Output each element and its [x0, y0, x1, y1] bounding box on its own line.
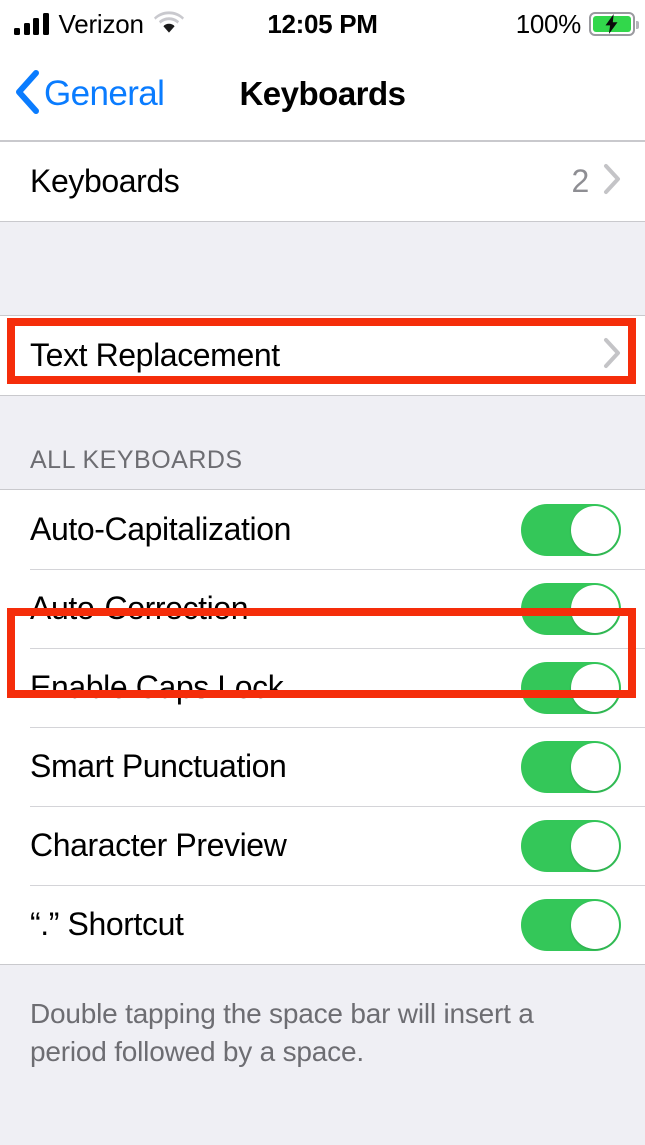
row-keyboards-value: 2	[571, 163, 590, 199]
status-bar-right: 100%	[515, 8, 639, 40]
row-auto-correction-label: Auto-Correction	[30, 590, 249, 626]
section-footer-line-1: Double tapping the space bar will insert…	[30, 998, 534, 1029]
battery-percent-label: 100%	[515, 8, 582, 39]
row-character-preview-label: Character Preview	[30, 827, 287, 863]
section-header-all-keyboards: ALL KEYBOARDS	[0, 396, 645, 489]
row-smart-punctuation[interactable]: Smart Punctuation	[0, 727, 645, 806]
row-smart-punctuation-label: Smart Punctuation	[30, 748, 287, 784]
section-footer-all-keyboards: Double tapping the space bar will insert…	[0, 965, 645, 1071]
row-auto-capitalization[interactable]: Auto-Capitalization	[0, 490, 645, 569]
section-footer-line-2: period followed by a space.	[30, 1036, 364, 1067]
group-text-replacement: Text Replacement	[0, 315, 645, 396]
settings-list: Keyboards 2 Text Replacement ALL KEYBOAR…	[0, 141, 645, 1145]
toggle-auto-correction[interactable]	[521, 582, 621, 635]
row-keyboards-accessory: 2	[572, 163, 622, 200]
row-period-shortcut[interactable]: “.” Shortcut	[0, 885, 645, 964]
row-period-shortcut-label: “.” Shortcut	[30, 906, 184, 942]
row-keyboards[interactable]: Keyboards 2	[0, 142, 645, 221]
toggle-character-preview[interactable]	[521, 819, 621, 872]
group-keyboards: Keyboards 2	[0, 141, 645, 222]
settings-keyboards-screen: Verizon 12:05 PM 100% General Keyboards …	[0, 0, 645, 1145]
row-auto-correction[interactable]: Auto-Correction	[0, 569, 645, 648]
toggle-smart-punctuation[interactable]	[521, 740, 621, 793]
row-text-replacement[interactable]: Text Replacement	[0, 316, 645, 395]
chevron-right-icon	[603, 163, 621, 200]
status-bar: Verizon 12:05 PM 100%	[0, 0, 645, 48]
row-enable-caps-lock-label: Enable Caps Lock	[30, 669, 284, 705]
page-title: Keyboards	[239, 75, 406, 112]
chevron-right-icon	[603, 337, 621, 374]
toggle-auto-capitalization[interactable]	[521, 503, 621, 556]
row-keyboards-label: Keyboards	[30, 163, 180, 199]
battery-charging-icon	[589, 12, 639, 36]
toggle-period-shortcut[interactable]	[521, 898, 621, 951]
group-spacer-1	[0, 222, 645, 315]
row-enable-caps-lock[interactable]: Enable Caps Lock	[0, 648, 645, 727]
row-character-preview[interactable]: Character Preview	[0, 806, 645, 885]
toggle-enable-caps-lock[interactable]	[521, 661, 621, 714]
row-text-replacement-accessory	[603, 337, 621, 374]
group-all-keyboards: Auto-Capitalization Auto-Correction Enab…	[0, 489, 645, 965]
row-auto-capitalization-label: Auto-Capitalization	[30, 511, 291, 547]
row-text-replacement-label: Text Replacement	[30, 337, 280, 373]
navigation-bar: General Keyboards	[0, 48, 645, 141]
section-header-label: ALL KEYBOARDS	[30, 446, 243, 474]
